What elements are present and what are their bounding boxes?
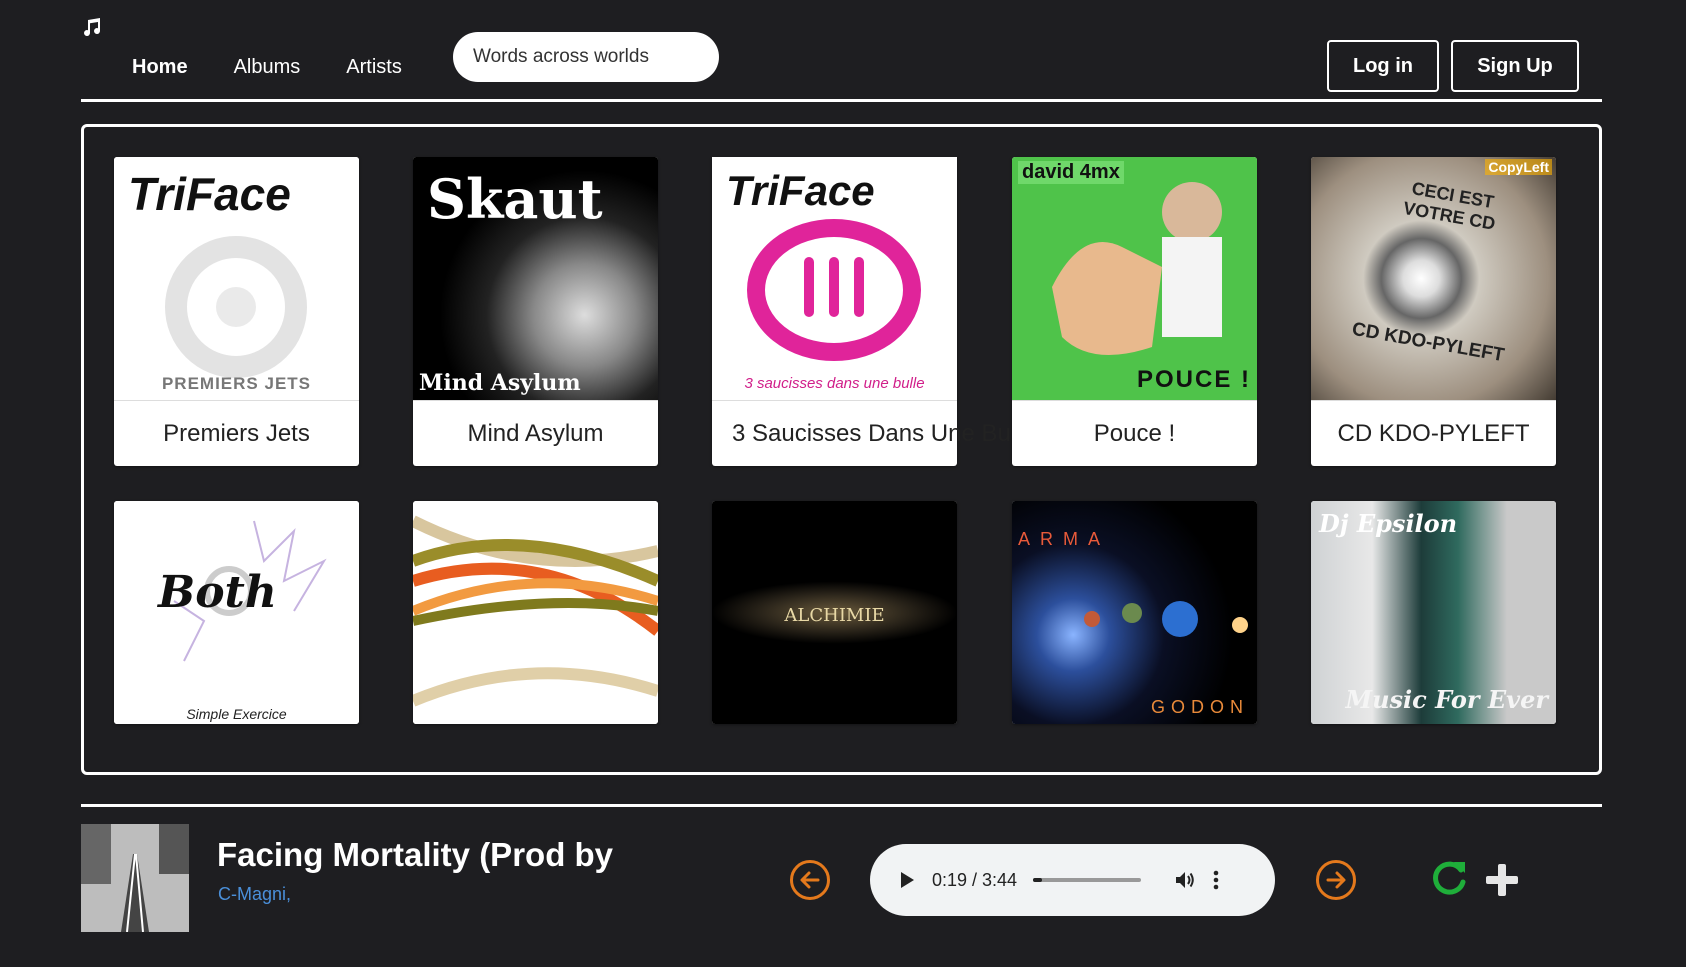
cover-graphic xyxy=(1084,601,1248,637)
next-arrow-icon xyxy=(1326,871,1346,889)
album-card[interactable]: david 4mx POUCE ! Pouce ! xyxy=(1012,157,1257,466)
cover-graphic xyxy=(81,824,189,932)
search-input[interactable] xyxy=(473,46,718,68)
cover-subtitle: GODON xyxy=(1150,697,1249,717)
album-cover: ALCHIMIE xyxy=(712,501,957,724)
cover-title: Both xyxy=(158,567,277,618)
cover-subtitle: Music For Ever xyxy=(1345,685,1549,714)
album-cover: Both Simple Exercice xyxy=(114,501,359,724)
search-box xyxy=(453,32,719,82)
cover-subtitle: 3 saucisses dans une bulle xyxy=(744,375,925,392)
album-cover xyxy=(413,501,658,724)
album-card[interactable] xyxy=(413,501,658,724)
login-button[interactable]: Log in xyxy=(1327,40,1439,92)
cover-subtitle: Simple Exercice xyxy=(186,706,287,722)
time-display: 0:19 / 3:44 xyxy=(932,869,1018,890)
now-playing-cover xyxy=(81,824,189,932)
next-button[interactable] xyxy=(1316,860,1356,900)
album-cover: david 4mx POUCE ! xyxy=(1012,157,1257,400)
cover-title: ALCHIMIE xyxy=(784,605,885,626)
album-cover: CopyLeft CECI EST VOTRE CD CD KDO-PYLEFT xyxy=(1311,157,1556,400)
cover-subtitle: Mind Asylum xyxy=(419,370,581,396)
album-card[interactable]: ARMA GODON xyxy=(1012,501,1257,724)
nav-albums[interactable]: Albums xyxy=(234,56,301,79)
album-card[interactable]: Both Simple Exercice xyxy=(114,501,359,724)
album-cover: Skaut Mind Asylum xyxy=(413,157,658,400)
play-icon[interactable] xyxy=(898,870,916,890)
album-label: Premiers Jets xyxy=(114,400,359,466)
prev-arrow-icon xyxy=(800,871,820,889)
album-label: Pouce ! xyxy=(1012,400,1257,466)
album-cover: Dj Epsilon Music For Ever xyxy=(1311,501,1556,724)
album-label: Mind Asylum xyxy=(413,400,658,466)
album-card[interactable]: TriFace 3 saucisses dans une bulle 3 Sau… xyxy=(712,157,1021,466)
signup-button[interactable]: Sign Up xyxy=(1451,40,1579,92)
album-card[interactable]: Skaut Mind Asylum Mind Asylum xyxy=(413,157,658,466)
cover-corner-text: CopyLeft xyxy=(1485,159,1552,175)
album-card[interactable]: TriFace PREMIERS JETS Premiers Jets xyxy=(114,157,359,466)
album-label: 3 Saucisses Dans Une Bull xyxy=(712,400,1021,466)
nav-home[interactable]: Home xyxy=(132,56,188,79)
cover-subtitle: POUCE ! xyxy=(1136,366,1251,393)
album-cover: ARMA GODON xyxy=(1012,501,1257,724)
main-nav: Home Albums Artists xyxy=(132,56,402,79)
repeat-icon[interactable] xyxy=(1428,858,1470,900)
album-label: CD KDO-PYLEFT xyxy=(1311,400,1556,466)
cover-graphic xyxy=(413,515,658,707)
album-card[interactable]: ALCHIMIE xyxy=(712,501,957,724)
plus-icon[interactable] xyxy=(1484,862,1520,898)
cover-subtitle: CD KDO-PYLEFT xyxy=(1350,318,1506,367)
cover-title: Skaut xyxy=(427,167,603,231)
cover-title: CECI EST VOTRE CD xyxy=(1401,178,1497,234)
volume-icon[interactable] xyxy=(1173,868,1197,892)
more-vert-icon[interactable] xyxy=(1213,870,1219,890)
music-note-icon[interactable] xyxy=(80,16,104,40)
cover-subtitle: PREMIERS JETS xyxy=(161,374,312,393)
header-divider xyxy=(81,99,1602,102)
progress-bar[interactable] xyxy=(1033,878,1142,882)
previous-button[interactable] xyxy=(790,860,830,900)
footer-divider xyxy=(81,804,1602,807)
cover-graphic xyxy=(1052,182,1222,355)
cover-graphic xyxy=(165,236,307,378)
audio-player: 0:19 / 3:44 xyxy=(870,844,1275,916)
cover-title: Dj Epsilon xyxy=(1319,509,1458,538)
album-cover: TriFace 3 saucisses dans une bulle xyxy=(712,157,957,400)
album-card[interactable]: CopyLeft CECI EST VOTRE CD CD KDO-PYLEFT… xyxy=(1311,157,1556,466)
cover-graphic xyxy=(747,219,921,361)
now-playing-title: Facing Mortality (Prod by xyxy=(217,836,614,873)
progress-fill xyxy=(1033,878,1043,882)
album-cover: TriFace PREMIERS JETS xyxy=(114,157,359,400)
album-card[interactable]: Dj Epsilon Music For Ever xyxy=(1311,501,1556,724)
now-playing-artist[interactable]: C-Magni, xyxy=(218,884,291,905)
album-grid: TriFace PREMIERS JETS Premiers Jets Skau… xyxy=(81,124,1602,775)
nav-artists[interactable]: Artists xyxy=(346,56,402,79)
